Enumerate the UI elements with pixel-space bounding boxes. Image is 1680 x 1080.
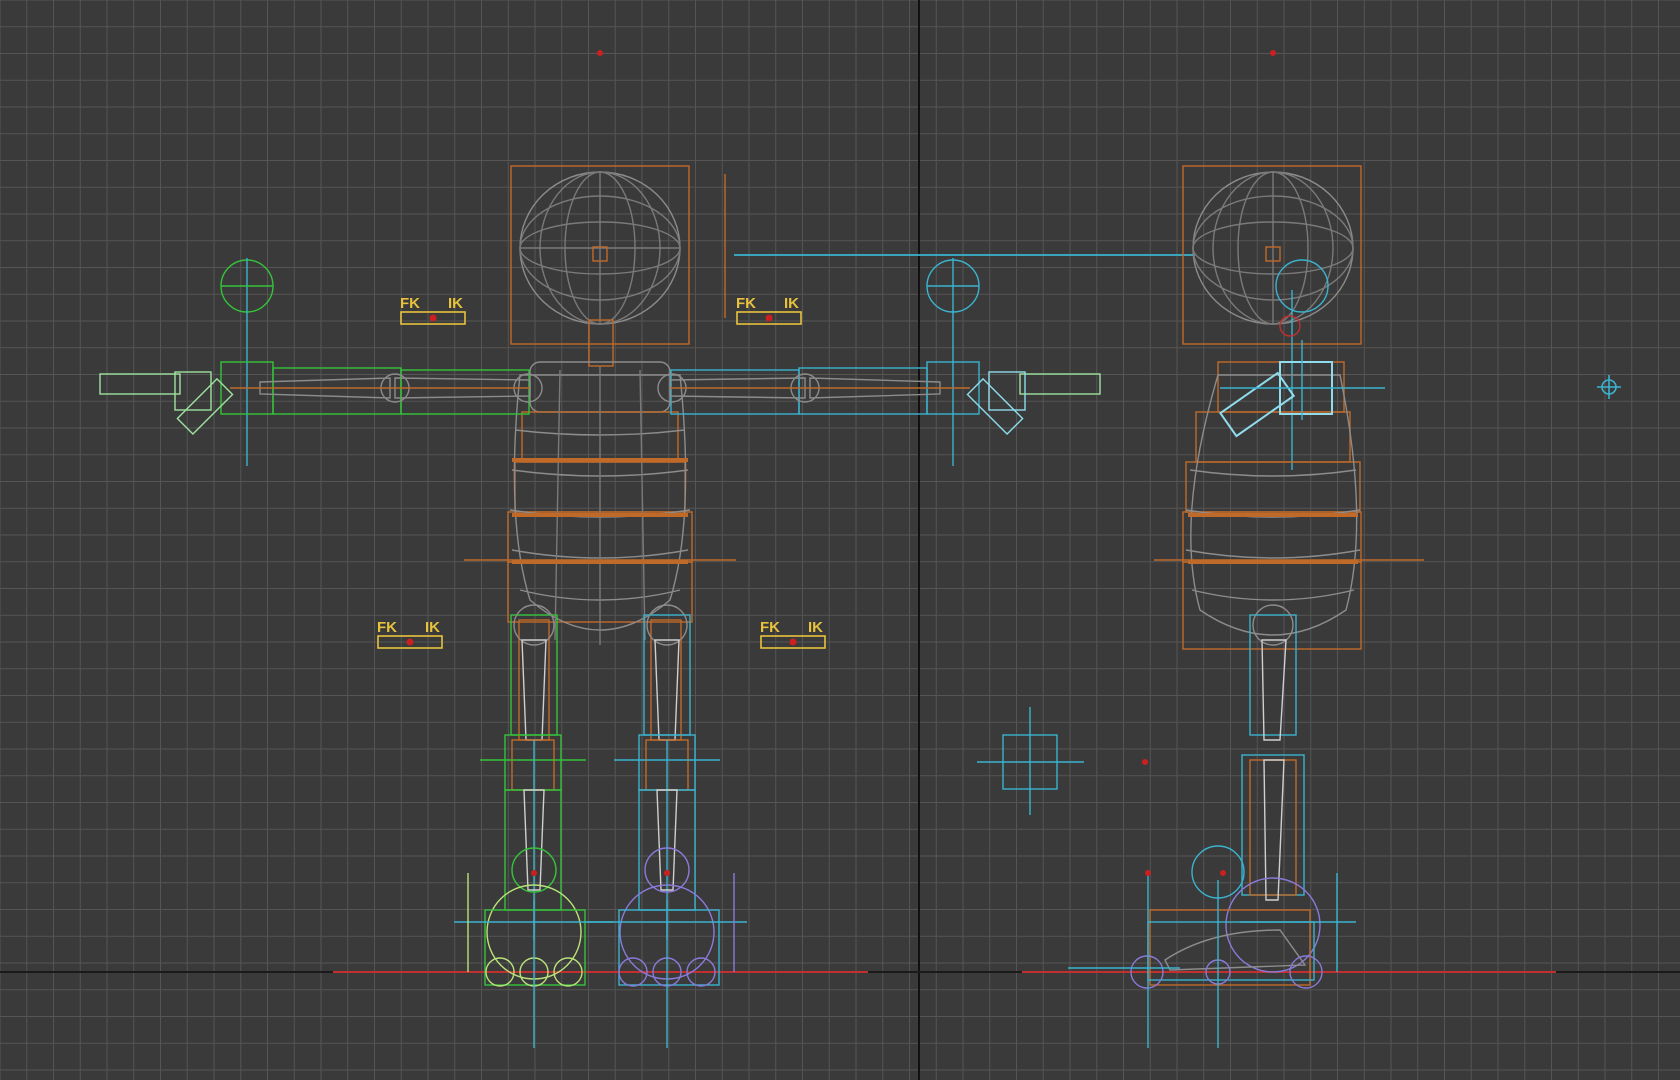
viewport-background: [0, 0, 1680, 1080]
marker-dot: [1142, 759, 1148, 765]
ik-label: IK: [425, 619, 440, 636]
switch-slider-handle[interactable]: [406, 638, 414, 646]
switch-slider-handle[interactable]: [429, 314, 437, 322]
ik-label: IK: [808, 619, 823, 636]
ik-label: IK: [784, 295, 799, 312]
fk-label: FK: [377, 619, 397, 636]
ik-label: IK: [448, 295, 463, 312]
switch-slider-handle[interactable]: [765, 314, 773, 322]
fk-label: FK: [736, 295, 756, 312]
marker-dot: [1145, 870, 1151, 876]
fk-label: FK: [760, 619, 780, 636]
marker-dot: [1220, 870, 1226, 876]
switch-slider-handle[interactable]: [789, 638, 797, 646]
marker-dot: [531, 870, 537, 876]
fk-label: FK: [400, 295, 420, 312]
marker-dot: [664, 870, 670, 876]
marker-dot: [597, 50, 603, 56]
marker-dot: [1270, 50, 1276, 56]
viewport-canvas[interactable]: FK IK FK IK FK IK FK IK: [0, 0, 1680, 1080]
